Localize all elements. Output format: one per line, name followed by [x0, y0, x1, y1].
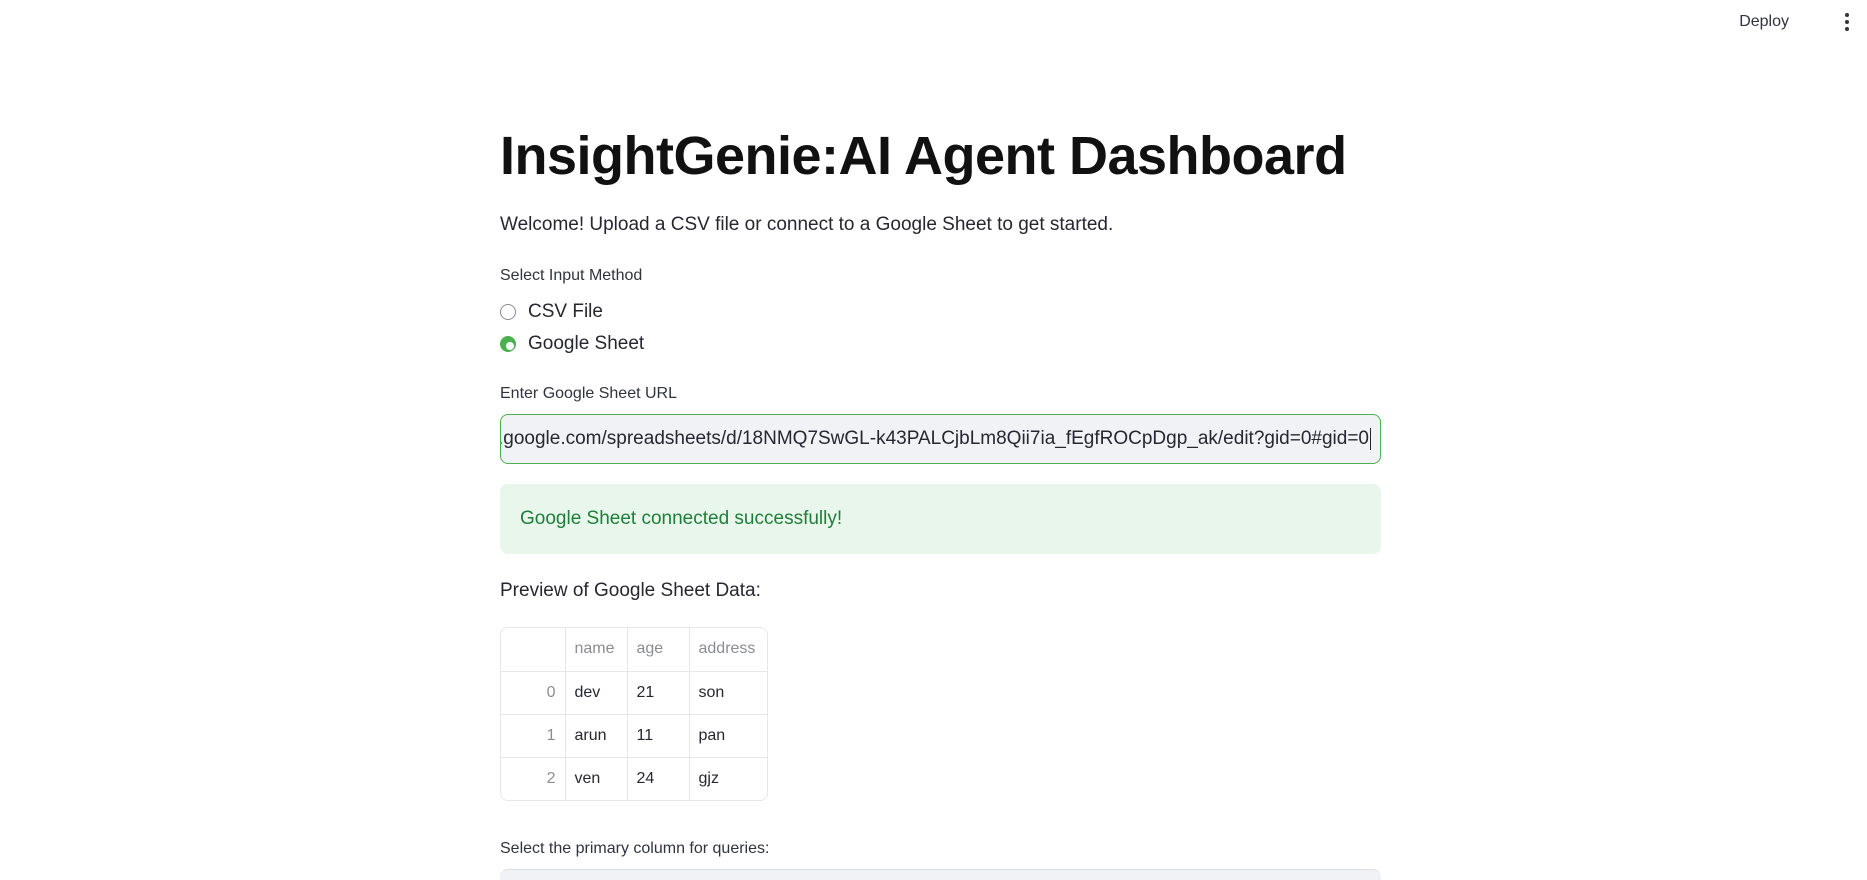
- table-cell[interactable]: dev: [565, 671, 628, 715]
- kebab-menu-icon[interactable]: [1839, 10, 1855, 34]
- radio-label-csv-file: CSV File: [528, 301, 603, 322]
- preview-table: name age address 0 dev 21 son 1 arun 11 …: [500, 627, 768, 801]
- table-row: 0 dev 21 son: [501, 671, 767, 715]
- column-header-name[interactable]: name: [565, 628, 628, 672]
- table-row: 1 arun 11 pan: [501, 714, 767, 758]
- table-cell[interactable]: ven: [565, 757, 628, 800]
- table-row: 2 ven 24 gjz: [501, 757, 767, 800]
- table-cell[interactable]: son: [689, 671, 767, 715]
- table-cell[interactable]: 11: [627, 714, 690, 758]
- table-cell[interactable]: 24: [627, 757, 690, 800]
- column-header-age[interactable]: age: [627, 628, 690, 672]
- deploy-button[interactable]: Deploy: [1731, 10, 1797, 34]
- table-cell[interactable]: 21: [627, 671, 690, 715]
- top-toolbar: Deploy: [0, 0, 1867, 44]
- index-header: [501, 628, 566, 672]
- table-cell[interactable]: pan: [689, 714, 767, 758]
- column-header-address[interactable]: address: [689, 628, 767, 672]
- table-cell[interactable]: arun: [565, 714, 628, 758]
- success-alert: Google Sheet connected successfully!: [500, 484, 1381, 554]
- page-title: InsightGenie:AI Agent Dashboard: [500, 126, 1347, 186]
- welcome-text: Welcome! Upload a CSV file or connect to…: [500, 214, 1114, 235]
- sheet-url-value: cs.google.com/spreadsheets/d/18NMQ7SwGL-…: [501, 428, 1371, 450]
- row-index: 0: [501, 671, 566, 715]
- input-method-label: Select Input Method: [500, 267, 643, 284]
- radio-checked-icon[interactable]: [500, 336, 516, 352]
- radio-option-csv-file[interactable]: CSV File: [500, 299, 603, 325]
- table-cell[interactable]: gjz: [689, 757, 767, 800]
- primary-column-label: Select the primary column for queries:: [500, 840, 770, 857]
- preview-label: Preview of Google Sheet Data:: [500, 580, 761, 601]
- radio-label-google-sheet: Google Sheet: [528, 333, 645, 354]
- sheet-url-label: Enter Google Sheet URL: [500, 385, 677, 402]
- row-index: 2: [501, 757, 566, 800]
- row-index: 1: [501, 714, 566, 758]
- sheet-url-input[interactable]: cs.google.com/spreadsheets/d/18NMQ7SwGL-…: [500, 414, 1381, 464]
- radio-option-google-sheet[interactable]: Google Sheet: [500, 331, 644, 357]
- success-message: Google Sheet connected successfully!: [520, 508, 843, 529]
- radio-unchecked-icon[interactable]: [500, 304, 516, 320]
- table-header-row: name age address: [501, 628, 767, 672]
